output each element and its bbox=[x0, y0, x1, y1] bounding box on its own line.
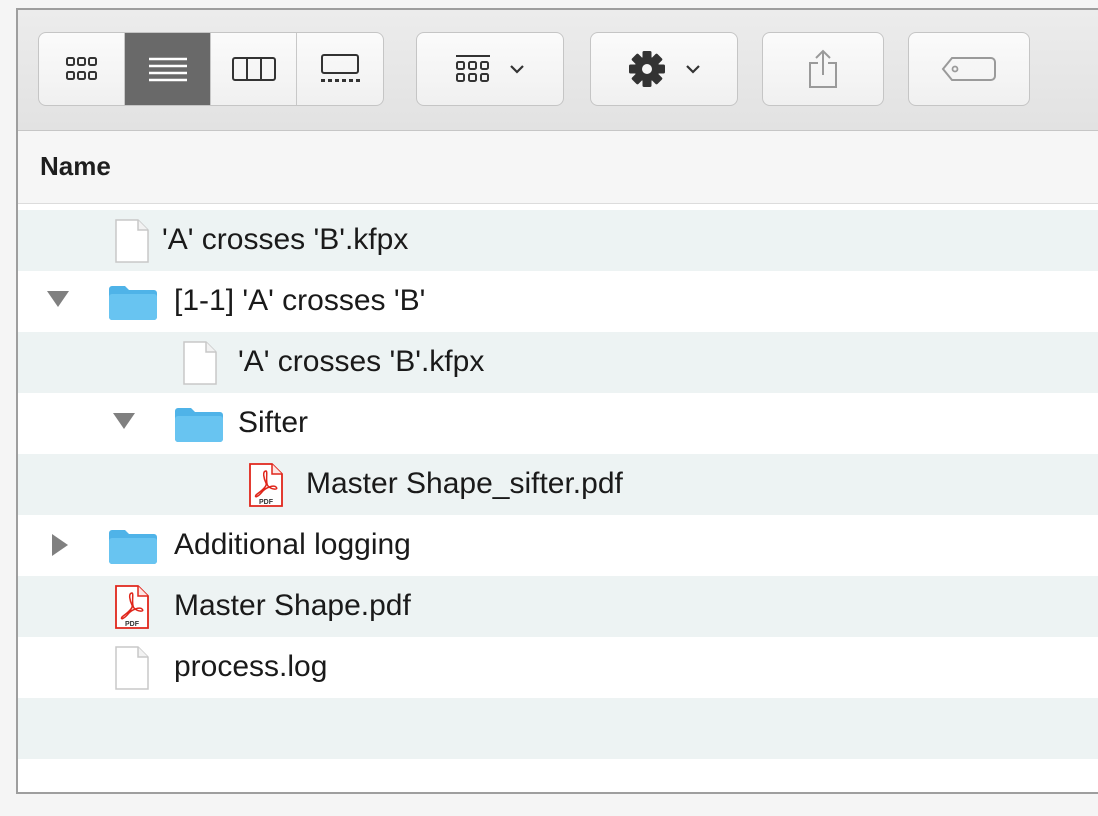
chevron-down-icon bbox=[686, 65, 700, 74]
file-name: Master Shape_sifter.pdf bbox=[306, 467, 623, 500]
pdf-icon: PDF bbox=[115, 585, 149, 629]
action-menu-button[interactable] bbox=[590, 32, 738, 106]
pdf-icon: PDF bbox=[249, 463, 283, 507]
list-item[interactable]: Additional logging bbox=[18, 515, 1098, 576]
folder-name: Sifter bbox=[238, 406, 309, 439]
folder-icon bbox=[175, 408, 223, 442]
view-mode-control bbox=[38, 32, 384, 106]
tag-icon bbox=[941, 57, 996, 81]
tags-button[interactable] bbox=[908, 32, 1030, 106]
gallery-view-button[interactable] bbox=[297, 33, 383, 105]
list-view-button[interactable] bbox=[125, 33, 211, 105]
list-item[interactable]: 'A' crosses 'B'.kfpx bbox=[18, 210, 1098, 271]
svg-text:PDF: PDF bbox=[259, 499, 274, 506]
document-icon bbox=[115, 219, 149, 263]
folder-icon bbox=[109, 530, 157, 564]
share-button[interactable] bbox=[762, 32, 884, 106]
document-icon bbox=[115, 646, 149, 690]
empty-row bbox=[18, 698, 1098, 759]
column-view-button[interactable] bbox=[211, 33, 297, 105]
svg-text:PDF: PDF bbox=[125, 621, 140, 628]
icon-view-icon bbox=[65, 57, 97, 80]
toolbar bbox=[18, 10, 1098, 131]
gallery-view-icon bbox=[321, 54, 360, 82]
list-item[interactable]: PDF Master Shape_sifter.pdf bbox=[18, 454, 1098, 515]
list-item[interactable]: 'A' crosses 'B'.kfpx bbox=[18, 332, 1098, 393]
document-icon bbox=[183, 341, 217, 385]
file-name: 'A' crosses 'B'.kfpx bbox=[162, 223, 409, 256]
list-item[interactable]: Sifter bbox=[18, 393, 1098, 454]
icon-view-button[interactable] bbox=[39, 33, 125, 105]
file-name: Master Shape.pdf bbox=[174, 589, 411, 622]
folder-icon bbox=[109, 286, 157, 320]
disclosure-collapsed-icon[interactable] bbox=[50, 533, 70, 557]
share-icon bbox=[809, 49, 837, 88]
gear-icon bbox=[629, 51, 665, 87]
list-view-icon bbox=[148, 57, 187, 82]
disclosure-expanded-icon[interactable] bbox=[46, 289, 70, 309]
name-column-label: Name bbox=[40, 151, 111, 181]
list-item[interactable]: [1-1] 'A' crosses 'B' bbox=[18, 271, 1098, 332]
finder-window: Name 'A' crosses 'B'.kfpx [1-1] 'A' cros… bbox=[16, 8, 1098, 794]
group-grid-icon bbox=[456, 55, 490, 82]
file-name: 'A' crosses 'B'.kfpx bbox=[238, 345, 485, 378]
column-view-icon bbox=[231, 57, 276, 81]
list-item[interactable]: process.log bbox=[18, 637, 1098, 698]
group-by-button[interactable] bbox=[416, 32, 564, 106]
folder-name: [1-1] 'A' crosses 'B' bbox=[174, 284, 426, 317]
file-name: process.log bbox=[174, 650, 328, 683]
chevron-down-icon bbox=[510, 65, 524, 74]
list-item[interactable]: PDF Master Shape.pdf bbox=[18, 576, 1098, 637]
disclosure-expanded-icon[interactable] bbox=[112, 411, 136, 431]
folder-name: Additional logging bbox=[174, 528, 411, 561]
file-list: 'A' crosses 'B'.kfpx [1-1] 'A' crosses '… bbox=[18, 210, 1098, 759]
name-column-header[interactable]: Name bbox=[18, 131, 1098, 204]
